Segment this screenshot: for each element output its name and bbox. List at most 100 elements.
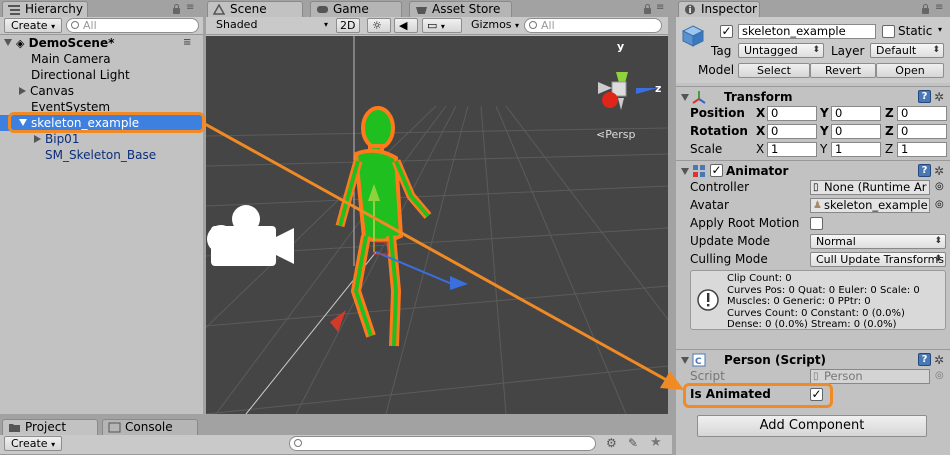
avatar-icon: ♟ <box>813 200 822 211</box>
item-label: Main Camera <box>31 52 111 66</box>
rotation-x-field[interactable]: 0 <box>767 124 817 139</box>
panel-menu-icon[interactable]: ≡ <box>656 3 666 13</box>
culling-mode-dropdown[interactable]: Cull Update Transforms <box>810 252 946 267</box>
static-checkbox[interactable] <box>882 25 895 38</box>
active-checkbox[interactable]: ✓ <box>720 25 733 38</box>
hierarchy-item-sm-skeleton-base[interactable]: SM_Skeleton_Base <box>0 147 203 163</box>
update-mode-dropdown[interactable]: Normal <box>810 234 946 249</box>
avatar-field[interactable]: ♟ skeleton_example <box>810 198 930 213</box>
rotation-z-field[interactable]: 0 <box>897 124 947 139</box>
expand-icon[interactable] <box>4 39 12 46</box>
create-button[interactable]: Create ▾ <box>4 436 62 451</box>
tag-dropdown[interactable]: Untagged <box>738 43 824 58</box>
animator-header[interactable]: ✓ Animator ? ✲ <box>676 160 950 180</box>
hierarchy-item-main-camera[interactable]: Main Camera <box>0 51 203 67</box>
panel-menu-icon[interactable]: ≡ <box>935 3 945 13</box>
expand-icon[interactable] <box>19 87 26 95</box>
lock-icon[interactable] <box>644 4 651 14</box>
x-label: X <box>756 124 766 138</box>
help-icon[interactable]: ? <box>918 164 931 177</box>
project-toolbar: Create ▾ ⚙ ✎ ★ <box>0 435 672 455</box>
persp-label[interactable]: ⋖Persp <box>596 128 635 141</box>
lock-icon[interactable] <box>922 4 929 14</box>
create-button[interactable]: Create ▾ <box>4 18 62 33</box>
tab-inspector[interactable]: Inspector <box>678 1 760 17</box>
object-picker-icon[interactable]: ◎ <box>935 367 944 385</box>
label-filter-icon[interactable]: ✎ <box>628 436 638 450</box>
tab-game[interactable]: Game <box>310 1 402 17</box>
static-dropdown-icon[interactable]: ▾ <box>938 25 942 34</box>
lighting-toggle[interactable]: ☼ <box>367 18 391 33</box>
rotation-y-field[interactable]: 0 <box>831 124 881 139</box>
hierarchy-item-directional-light[interactable]: Directional Light <box>0 67 203 83</box>
scene-search-input[interactable]: All <box>524 18 662 33</box>
transform-header[interactable]: Transform ? ✲ <box>676 86 950 106</box>
tab-scene[interactable]: Scene <box>207 1 303 17</box>
effects-dropdown[interactable]: ▭ ▾ <box>422 18 462 33</box>
scale-y-field[interactable]: 1 <box>831 142 881 157</box>
camera-gizmo-icon[interactable] <box>207 205 294 266</box>
orientation-gizmo[interactable] <box>598 72 658 110</box>
root-motion-checkbox[interactable] <box>810 217 823 230</box>
tab-asset-store[interactable]: Asset Store <box>409 1 512 17</box>
gizmos-dropdown[interactable]: Gizmos ▾ <box>465 18 521 33</box>
hierarchy-item-bip01[interactable]: Bip01 <box>0 131 203 147</box>
shading-dropdown[interactable]: Shaded ▾ <box>210 18 330 33</box>
collapse-icon[interactable] <box>681 94 689 101</box>
script-icon: C <box>692 353 706 367</box>
chevron-down-icon: ▾ <box>440 22 445 31</box>
filter-type-icon[interactable]: ⚙ <box>606 436 617 450</box>
persp-icon: ⋖ <box>596 128 606 141</box>
hierarchy-tabbar: Hierarchy ≡ <box>0 0 203 17</box>
list-icon <box>8 4 21 15</box>
tab-project[interactable]: Project <box>2 419 98 435</box>
unity-scene-icon: ◈ <box>16 37 25 50</box>
tab-hierarchy[interactable]: Hierarchy <box>2 1 88 17</box>
scale-z-field[interactable]: 1 <box>897 142 947 157</box>
animator-component: ✓ Animator ? ✲ Controller ▯ None (Runtim… <box>676 160 950 344</box>
position-z-field[interactable]: 0 <box>897 106 947 121</box>
collapse-icon[interactable] <box>681 168 689 175</box>
scene-tabbar: Scene Game Asset Store ≡ <box>206 0 668 17</box>
expand-icon[interactable] <box>34 135 41 143</box>
scale-x-field[interactable]: 1 <box>767 142 817 157</box>
tab-console[interactable]: Console <box>102 419 198 435</box>
document-icon: ▯ <box>813 182 819 193</box>
2d-toggle[interactable]: 2D <box>336 18 360 33</box>
open-button[interactable]: Open <box>876 63 944 78</box>
object-name-field[interactable]: skeleton_example <box>738 24 876 39</box>
audio-toggle[interactable]: ◀ <box>394 18 418 33</box>
animator-enabled-checkbox[interactable]: ✓ <box>710 164 723 177</box>
update-mode-label: Update Mode <box>690 234 770 248</box>
project-search-input[interactable] <box>289 436 596 451</box>
lock-icon[interactable] <box>173 4 180 14</box>
panel-menu-icon[interactable]: ≡ <box>186 3 196 13</box>
position-y-field[interactable]: 0 <box>831 106 881 121</box>
gizmo-x-arrow[interactable] <box>330 310 346 332</box>
scene-row[interactable]: ◈ DemoScene* ≡ <box>0 35 203 51</box>
controller-field[interactable]: ▯ None (Runtime Ar <box>810 180 930 195</box>
add-component-button[interactable]: Add Component <box>697 415 927 437</box>
revert-button[interactable]: Revert <box>810 63 876 78</box>
object-picker-icon[interactable]: ◎ <box>935 178 944 196</box>
script-header[interactable]: C Person (Script) ? ✲ <box>676 349 950 369</box>
y-label: Y <box>820 124 829 138</box>
gizmo-z-label: z <box>655 82 662 95</box>
search-input[interactable]: All <box>66 18 199 33</box>
z-label: Z <box>885 124 894 138</box>
tab-label: Console <box>125 420 173 434</box>
favorite-icon[interactable]: ★ <box>650 435 662 450</box>
object-picker-icon[interactable]: ◎ <box>935 196 944 214</box>
hierarchy-item-canvas[interactable]: Canvas <box>0 83 203 99</box>
scene-menu-icon[interactable]: ≡ <box>183 38 193 48</box>
layer-dropdown[interactable]: Default <box>870 43 944 58</box>
gizmo-z-arrow[interactable] <box>450 276 468 290</box>
position-x-field[interactable]: 0 <box>767 106 817 121</box>
select-button[interactable]: Select <box>738 63 810 78</box>
collapse-icon[interactable] <box>681 357 689 364</box>
controller-row: Controller ▯ None (Runtime Ar ◎ <box>676 178 950 196</box>
scene-viewport[interactable]: y z ⋖Persp <box>206 36 668 414</box>
help-icon[interactable]: ? <box>918 353 931 366</box>
scene-toolbar: Shaded ▾ 2D ☼ ◀ ▭ ▾ Gizmos ▾ All <box>206 17 668 35</box>
help-icon[interactable]: ? <box>918 90 931 103</box>
